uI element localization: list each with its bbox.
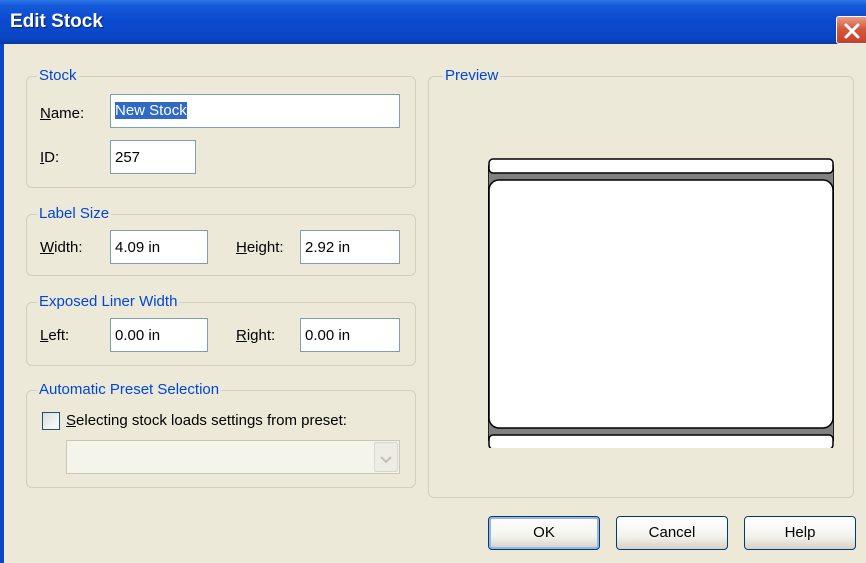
left-field[interactable] xyxy=(110,318,208,352)
stock-legend: Stock xyxy=(37,67,79,85)
ok-button[interactable]: OK xyxy=(488,516,600,550)
preset-dropdown[interactable] xyxy=(66,440,400,474)
preset-checkbox[interactable] xyxy=(42,412,60,430)
right-field[interactable] xyxy=(300,318,400,352)
chevron-down-icon xyxy=(380,456,392,464)
name-field[interactable]: New Stock xyxy=(110,94,400,128)
preview-canvas xyxy=(488,158,834,448)
height-label: Height: xyxy=(236,239,284,256)
label-previous-edge xyxy=(488,158,834,174)
stock-group: Stock xyxy=(26,67,416,188)
preview-legend: Preview xyxy=(443,67,501,85)
close-button[interactable] xyxy=(836,16,866,44)
label-preview xyxy=(488,179,834,429)
width-field[interactable] xyxy=(110,230,208,264)
right-label: Right: xyxy=(236,327,276,344)
title-bar[interactable]: Edit Stock xyxy=(0,0,866,44)
preset-legend: Automatic Preset Selection xyxy=(37,381,222,399)
id-label: ID: xyxy=(40,149,60,166)
cancel-button[interactable]: Cancel xyxy=(616,516,728,550)
preset-dropdown-arrow[interactable] xyxy=(374,442,398,472)
liner-width-legend: Exposed Liner Width xyxy=(37,293,180,311)
width-label: Width: xyxy=(40,239,83,256)
id-field[interactable] xyxy=(110,140,196,174)
name-label: Name: xyxy=(40,105,85,122)
left-label: Left: xyxy=(40,327,70,344)
window-title: Edit Stock xyxy=(10,11,103,32)
label-next-edge xyxy=(488,434,834,448)
height-field[interactable] xyxy=(300,230,400,264)
label-size-legend: Label Size xyxy=(37,205,112,223)
close-icon xyxy=(844,23,860,39)
name-field-text: New Stock xyxy=(115,102,187,119)
help-button[interactable]: Help xyxy=(744,516,856,550)
window-border xyxy=(0,44,4,563)
preset-checkbox-label[interactable]: Selecting stock loads settings from pres… xyxy=(66,411,347,431)
